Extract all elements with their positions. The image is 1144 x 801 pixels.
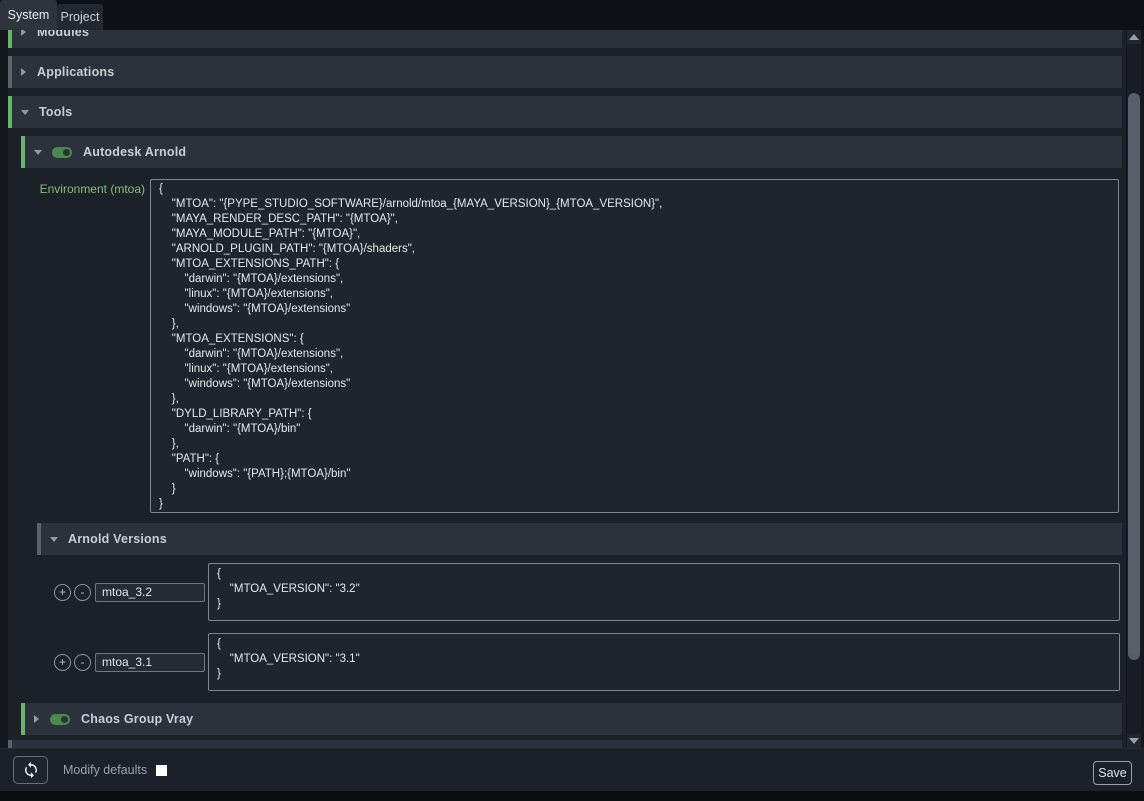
footer-bar: Modify defaults Save bbox=[0, 748, 1144, 791]
arrow-down-icon bbox=[1129, 738, 1139, 744]
section-label: Tools bbox=[39, 105, 72, 119]
tab-bar: System Project bbox=[0, 0, 1144, 30]
section-header-chaos-group-vray[interactable]: Chaos Group Vray bbox=[21, 703, 1122, 735]
add-version-button[interactable]: + bbox=[54, 654, 71, 671]
add-version-button[interactable]: + bbox=[54, 584, 71, 601]
refresh-button[interactable] bbox=[13, 756, 48, 784]
section-header-applications[interactable]: Applications bbox=[8, 56, 1122, 88]
enabled-toggle[interactable] bbox=[52, 147, 72, 158]
chevron-right-icon bbox=[21, 68, 26, 76]
section-header-modules[interactable]: Modules bbox=[8, 30, 1122, 48]
section-header-autodesk-arnold[interactable]: Autodesk Arnold bbox=[21, 136, 1122, 168]
settings-window: System Project Modules Applications Tool… bbox=[0, 0, 1144, 801]
remove-version-button[interactable]: - bbox=[74, 654, 91, 671]
chevron-right-icon bbox=[21, 30, 26, 36]
environment-json-textarea[interactable] bbox=[150, 179, 1119, 513]
settings-viewport: Modules Applications Tools Autodesk Arno… bbox=[0, 30, 1144, 748]
scroll-down-button[interactable] bbox=[1127, 734, 1141, 748]
version-row: + - bbox=[54, 633, 1122, 691]
chevron-down-icon bbox=[50, 537, 58, 542]
section-label: Modules bbox=[37, 30, 89, 39]
version-name-input[interactable] bbox=[95, 583, 205, 602]
enabled-toggle[interactable] bbox=[50, 714, 70, 725]
section-header-arnold-versions[interactable]: Arnold Versions bbox=[37, 523, 1122, 555]
version-json-textarea[interactable] bbox=[208, 563, 1120, 621]
version-name-input[interactable] bbox=[95, 653, 205, 672]
refresh-icon bbox=[22, 761, 40, 779]
tab-project[interactable]: Project bbox=[57, 4, 103, 30]
window-bottom-edge bbox=[0, 791, 1144, 801]
settings-content: Modules Applications Tools Autodesk Arno… bbox=[8, 30, 1122, 748]
scroll-up-button[interactable] bbox=[1127, 30, 1141, 44]
section-label: Autodesk Arnold bbox=[83, 145, 186, 159]
section-label: Applications bbox=[37, 65, 114, 79]
section-label: Arnold Versions bbox=[68, 532, 167, 546]
scrollbar-thumb[interactable] bbox=[1128, 93, 1140, 660]
environment-label: Environment (mtoa) bbox=[8, 179, 145, 196]
tab-system[interactable]: System bbox=[0, 0, 57, 30]
section-label: Chaos Group Vray bbox=[81, 712, 193, 726]
modify-defaults-label: Modify defaults bbox=[63, 763, 147, 777]
save-button[interactable]: Save bbox=[1093, 761, 1132, 785]
chevron-down-icon bbox=[21, 110, 29, 115]
environment-row: Environment (mtoa) bbox=[8, 179, 1122, 513]
remove-version-button[interactable]: - bbox=[74, 584, 91, 601]
chevron-right-icon bbox=[34, 715, 39, 723]
version-row: + - bbox=[54, 563, 1122, 621]
modify-defaults-checkbox[interactable] bbox=[156, 765, 167, 776]
version-json-textarea[interactable] bbox=[208, 633, 1120, 691]
arrow-up-icon bbox=[1129, 34, 1139, 40]
vertical-scrollbar[interactable] bbox=[1127, 30, 1141, 748]
section-header-tools[interactable]: Tools bbox=[8, 96, 1122, 128]
chevron-down-icon bbox=[34, 150, 42, 155]
next-section-sliver bbox=[8, 740, 1122, 748]
